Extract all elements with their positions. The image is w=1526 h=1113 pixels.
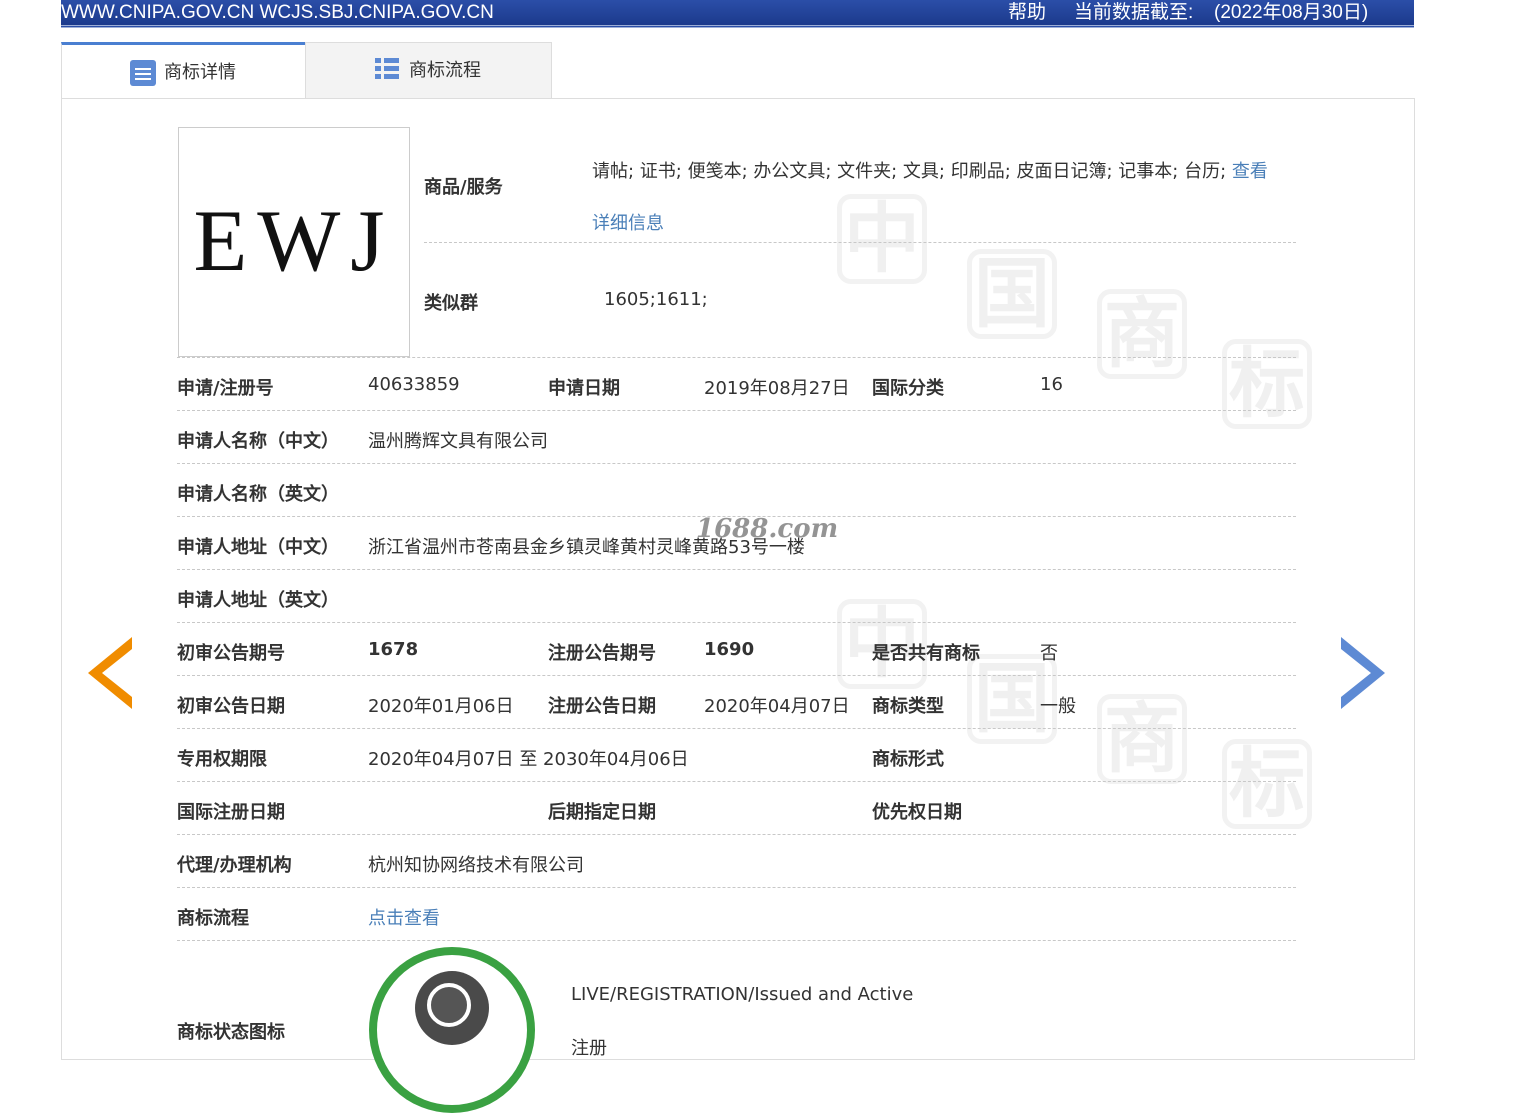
reg-no-value: 40633859 xyxy=(368,374,460,395)
watermark-char: 国 xyxy=(967,249,1057,339)
tab-detail-label: 商标详情 xyxy=(164,61,236,83)
registered-badge-icon xyxy=(369,947,535,1113)
data-cutoff-date: (2022年08月30日) xyxy=(1214,2,1369,23)
intl-reg-label: 国际注册日期 xyxy=(177,802,285,823)
watermark-char: 标 xyxy=(1222,339,1312,429)
addr-cn-label: 申请人地址（中文） xyxy=(177,537,339,558)
reg-pub-date-value: 2020年04月07日 xyxy=(704,696,850,717)
divider xyxy=(177,940,1296,941)
tab-flow-label: 商标流程 xyxy=(409,60,481,81)
divider xyxy=(177,569,1296,570)
divider xyxy=(177,781,1296,782)
prelim-date-value: 2020年01月06日 xyxy=(368,696,514,717)
tab-bar: 商标详情 商标流程 xyxy=(61,42,552,100)
divider xyxy=(177,463,1296,464)
site-urls[interactable]: WWW.CNIPA.GOV.CN WCJS.SBJ.CNIPA.GOV.CN xyxy=(61,0,494,25)
form-label: 商标形式 xyxy=(872,749,944,770)
status-en: LIVE/REGISTRATION/Issued and Active xyxy=(571,984,914,1005)
app-date-value: 2019年08月27日 xyxy=(704,378,850,399)
reg-no-label: 申请/注册号 xyxy=(177,378,274,399)
type-value: 一般 xyxy=(1040,696,1076,717)
prelim-no-label: 初审公告期号 xyxy=(177,643,285,664)
reg-pub-no-label: 注册公告期号 xyxy=(548,643,656,664)
reg-pub-date-label: 注册公告日期 xyxy=(548,696,656,717)
flow-view-link[interactable]: 点击查看 xyxy=(368,904,440,930)
prelim-no-value: 1678 xyxy=(368,639,419,660)
view-details-link[interactable]: 查看 xyxy=(1232,161,1268,182)
prelim-date-label: 初审公告日期 xyxy=(177,696,285,717)
shared-label: 是否共有商标 xyxy=(872,643,980,664)
list-icon xyxy=(375,58,401,84)
flow-label: 商标流程 xyxy=(177,908,249,929)
divider xyxy=(177,887,1296,888)
prev-arrow-icon[interactable] xyxy=(88,637,132,709)
help-link[interactable]: 帮助 xyxy=(1008,0,1046,25)
intl-class-label: 国际分类 xyxy=(872,378,944,399)
divider xyxy=(424,242,1296,243)
name-en-label: 申请人名称（英文） xyxy=(177,484,339,505)
data-cutoff-label: 当前数据截至: xyxy=(1074,2,1194,23)
document-icon xyxy=(130,59,156,86)
top-banner: WWW.CNIPA.GOV.CN WCJS.SBJ.CNIPA.GOV.CN 帮… xyxy=(61,0,1414,28)
shared-value: 否 xyxy=(1040,643,1058,664)
view-details-link-2[interactable]: 详细信息 xyxy=(592,213,664,234)
status-icon-label: 商标状态图标 xyxy=(177,1022,285,1043)
watermark-char: 商 xyxy=(1097,694,1187,784)
type-label: 商标类型 xyxy=(872,696,944,717)
tab-trademark-detail[interactable]: 商标详情 xyxy=(61,42,306,100)
term-value: 2020年04月07日 至 2030年04月06日 xyxy=(368,749,689,770)
app-date-label: 申请日期 xyxy=(548,378,620,399)
trademark-image: EWJ xyxy=(178,127,410,357)
agent-value: 杭州知协网络技术有限公司 xyxy=(368,855,584,876)
later-label: 后期指定日期 xyxy=(548,802,656,823)
similar-group-value: 1605;1611; xyxy=(604,289,708,310)
goods-list: 请帖; 证书; 便笺本; 办公文具; 文件夹; 文具; 印刷品; 皮面日记簿; … xyxy=(592,161,1227,182)
priority-label: 优先权日期 xyxy=(872,802,962,823)
divider xyxy=(177,834,1296,835)
watermark-char: 商 xyxy=(1097,289,1187,379)
goods-label: 商品/服务 xyxy=(424,177,503,198)
watermark-char: 标 xyxy=(1222,739,1312,829)
divider xyxy=(177,410,1296,411)
name-cn-value: 温州腾辉文具有限公司 xyxy=(368,431,548,452)
divider xyxy=(177,357,1296,358)
agent-label: 代理/办理机构 xyxy=(177,855,292,876)
divider xyxy=(177,675,1296,676)
reg-pub-no-value: 1690 xyxy=(704,639,755,660)
status-cn: 注册 xyxy=(571,1038,607,1059)
addr-en-label: 申请人地址（英文） xyxy=(177,590,339,611)
intl-class-value: 16 xyxy=(1040,374,1063,395)
divider xyxy=(177,728,1296,729)
goods-value: 请帖; 证书; 便笺本; 办公文具; 文件夹; 文具; 印刷品; 皮面日记簿; … xyxy=(592,146,1292,250)
name-cn-label: 申请人名称（中文） xyxy=(177,431,339,452)
divider xyxy=(177,622,1296,623)
similar-group-label: 类似群 xyxy=(424,293,478,314)
term-label: 专用权期限 xyxy=(177,749,267,770)
next-arrow-icon[interactable] xyxy=(1341,637,1385,709)
tab-trademark-flow[interactable]: 商标流程 xyxy=(305,42,552,99)
watermark-stamp: 1688.com xyxy=(696,514,839,544)
